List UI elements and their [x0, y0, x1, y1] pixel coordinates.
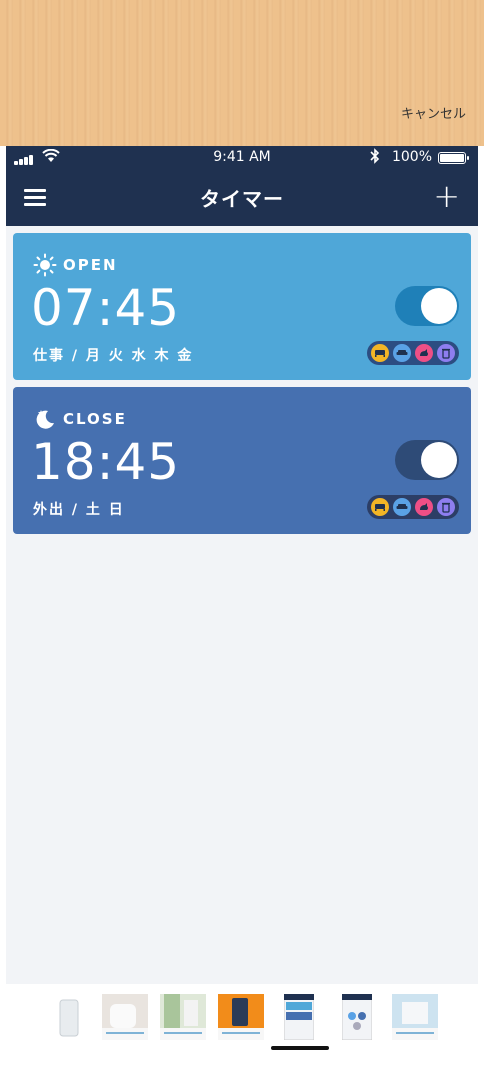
thumbnail-strip — [0, 992, 484, 1042]
status-bar: 9:41 AM 100% — [6, 146, 478, 170]
timer-schedule-label: 外出 / 土 日 — [33, 502, 125, 518]
thumbnail-hand-device[interactable] — [102, 994, 148, 1040]
bluetooth-icon — [370, 148, 380, 168]
timer-card-close[interactable]: CLOSE 18:45 外出 / 土 日 — [13, 387, 471, 534]
page-title: タイマー — [200, 187, 284, 211]
timer-schedule-label: 仕事 / 月 火 水 木 金 — [33, 348, 194, 364]
timer-time: 18:45 — [31, 433, 181, 491]
bed-icon — [371, 498, 389, 516]
sofa-icon — [393, 498, 411, 516]
thumbnail-curtain[interactable] — [160, 994, 206, 1040]
pet-icon — [415, 344, 433, 362]
thumbnail-box[interactable] — [392, 994, 438, 1040]
thumbnail-phone-app[interactable] — [218, 994, 264, 1040]
moon-icon — [33, 407, 57, 431]
mode-label: CLOSE — [63, 410, 127, 428]
home-indicator — [271, 1046, 329, 1050]
mode-row: OPEN — [33, 253, 118, 277]
device-icons — [367, 495, 459, 519]
device-icons — [367, 341, 459, 365]
phone-screen: 9:41 AM 100% タイマー + OPEN 07:45 仕事 / 月 火 … — [6, 146, 478, 984]
mode-label: OPEN — [63, 256, 118, 274]
sun-icon — [33, 253, 57, 277]
bin-icon — [437, 344, 455, 362]
timer-toggle[interactable] — [395, 440, 459, 480]
mode-row: CLOSE — [33, 407, 127, 431]
cancel-button[interactable]: キャンセル — [401, 103, 466, 122]
thumbnail-timer-screen[interactable] — [283, 993, 330, 1041]
pet-icon — [415, 498, 433, 516]
timer-toggle[interactable] — [395, 286, 459, 326]
bin-icon — [437, 498, 455, 516]
timer-time: 07:45 — [31, 279, 181, 337]
nav-bar: タイマー + — [6, 170, 478, 226]
battery-icon — [438, 152, 469, 164]
thumbnail-device-screen[interactable] — [341, 993, 388, 1041]
battery-percent: 100% — [391, 149, 432, 165]
bed-icon — [371, 344, 389, 362]
thumbnail-product[interactable] — [46, 994, 92, 1040]
plus-icon[interactable]: + — [433, 178, 460, 214]
timer-card-open[interactable]: OPEN 07:45 仕事 / 月 火 水 木 金 — [13, 233, 471, 380]
top-banner: キャンセル — [0, 0, 484, 146]
sofa-icon — [393, 344, 411, 362]
